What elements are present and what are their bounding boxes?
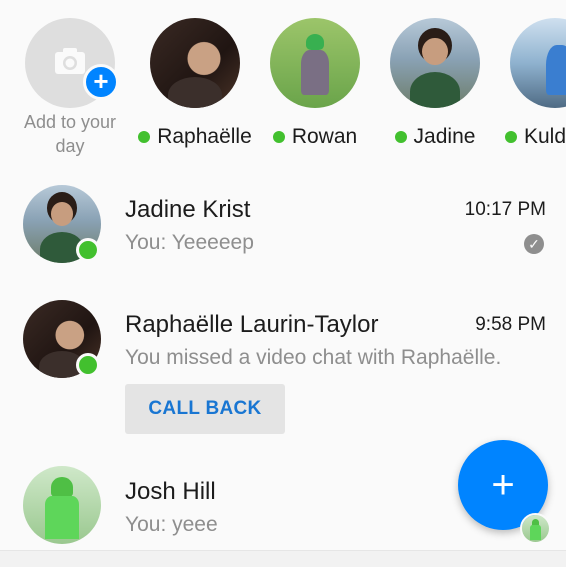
conversation-name: Raphaëlle Laurin-Taylor bbox=[125, 311, 379, 338]
conversation-row[interactable]: Jadine Krist 10:17 PM You: Yeeeeep ✓ bbox=[0, 182, 566, 282]
conversation-time: 9:58 PM bbox=[475, 314, 546, 335]
story-name-label: Jadine bbox=[413, 125, 476, 148]
story-name-label: Kuld bbox=[524, 125, 566, 148]
online-dot bbox=[394, 131, 407, 143]
story-name-label: Rowan bbox=[291, 125, 358, 148]
bottom-divider bbox=[0, 550, 566, 567]
conversation-snippet: You: Yeeeeep bbox=[125, 231, 254, 254]
conversation-snippet: You: yeee bbox=[125, 513, 218, 536]
online-badge bbox=[76, 353, 100, 377]
story-name: Raphaëlle bbox=[135, 125, 255, 149]
story-avatar[interactable] bbox=[510, 18, 566, 108]
add-story-circle[interactable]: + bbox=[25, 18, 119, 108]
story-avatar[interactable] bbox=[270, 18, 360, 108]
story-name-label: Raphaëlle bbox=[157, 125, 252, 148]
conversation-time: 10:17 PM bbox=[464, 199, 546, 220]
stories-row: + Add to your day Raphaëlle Rowan Jadine… bbox=[0, 0, 566, 170]
online-dot bbox=[272, 131, 285, 143]
story-name: Kuld bbox=[505, 125, 566, 149]
online-badge bbox=[76, 238, 100, 262]
add-plus-icon[interactable]: + bbox=[83, 64, 119, 100]
story-raphaelle[interactable]: Raphaëlle bbox=[135, 18, 255, 148]
seen-check-icon: ✓ bbox=[524, 234, 544, 254]
avatar-image bbox=[150, 18, 240, 108]
online-dot bbox=[138, 131, 151, 143]
online-dot bbox=[505, 131, 517, 143]
avatar-image bbox=[510, 18, 566, 108]
avatar[interactable] bbox=[23, 466, 101, 544]
conversation-snippet: You missed a video chat with Raphaëlle. bbox=[125, 346, 502, 369]
conversation-name: Jadine Krist bbox=[125, 196, 251, 223]
story-rowan[interactable]: Rowan bbox=[255, 18, 375, 148]
read-receipt-avatar bbox=[520, 513, 551, 544]
story-avatar[interactable] bbox=[390, 18, 480, 108]
story-name: Jadine bbox=[375, 125, 495, 149]
avatar-image bbox=[390, 18, 480, 108]
add-story[interactable]: + Add to your day bbox=[10, 18, 130, 156]
avatar-image bbox=[270, 18, 360, 108]
story-avatar[interactable] bbox=[150, 18, 240, 108]
conversation-name: Josh Hill bbox=[125, 478, 216, 505]
add-story-label: Add to your day bbox=[23, 112, 117, 156]
avatar-image bbox=[23, 466, 101, 544]
story-jadine[interactable]: Jadine bbox=[375, 18, 495, 148]
conversation-row[interactable]: Raphaëlle Laurin-Taylor 9:58 PM You miss… bbox=[0, 297, 566, 442]
call-back-button[interactable]: CALL BACK bbox=[125, 384, 285, 434]
story-kuld[interactable]: Kuld bbox=[495, 18, 566, 148]
story-clip: Kuld bbox=[495, 0, 566, 170]
avatar-image bbox=[522, 515, 549, 542]
story-name: Rowan bbox=[255, 125, 375, 149]
